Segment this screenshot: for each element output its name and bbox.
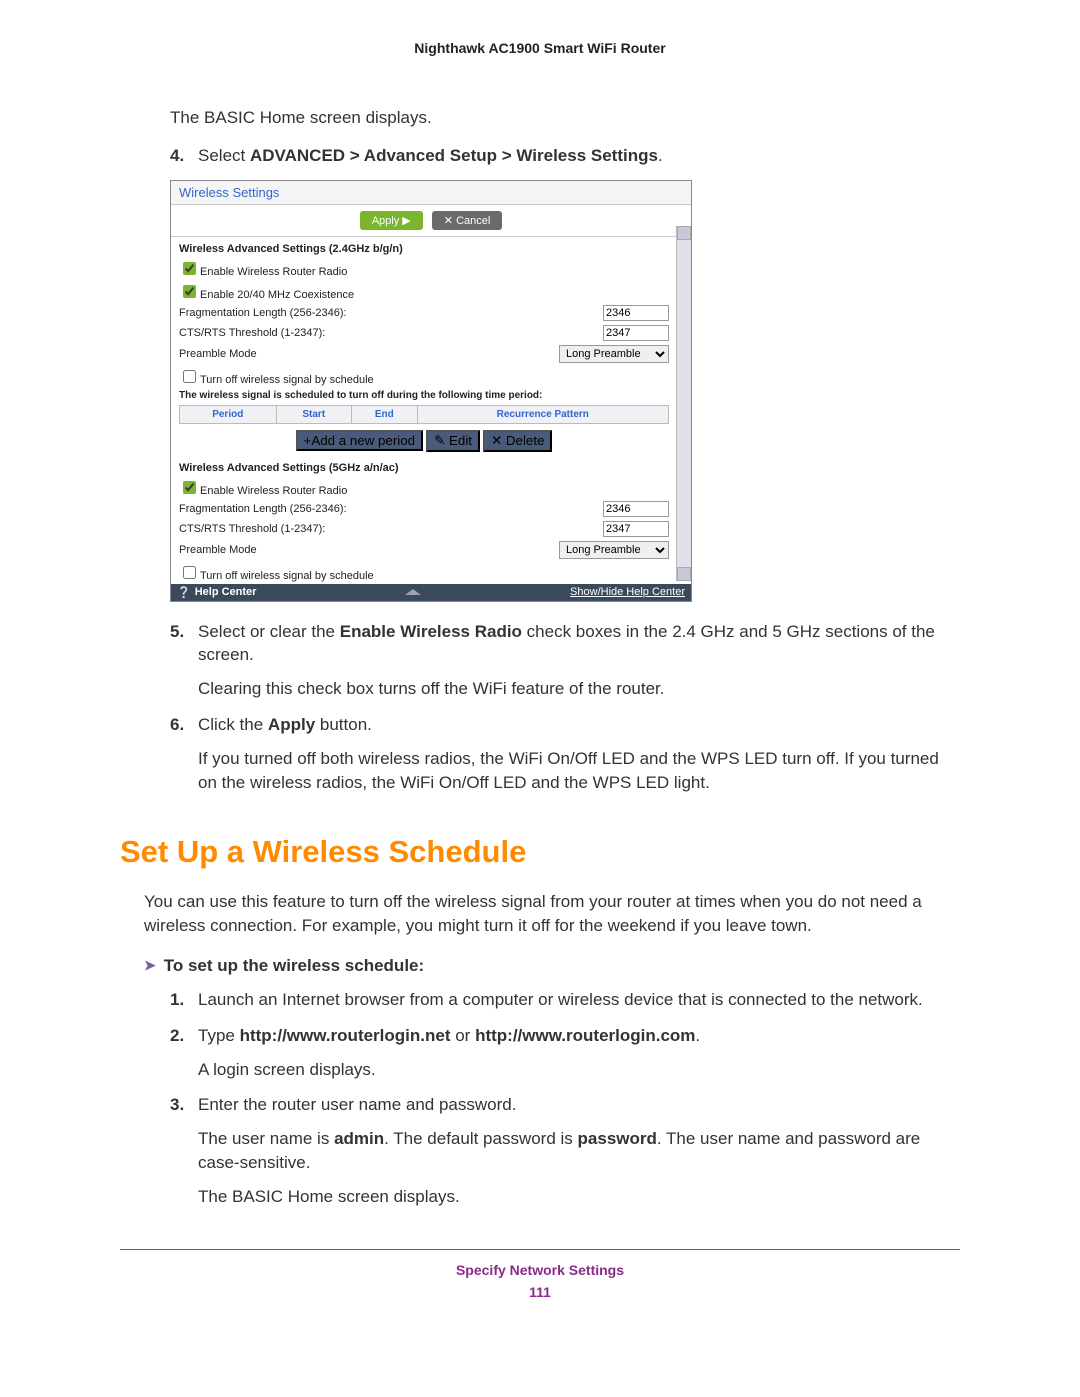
arrow-icon: ➤ bbox=[144, 957, 156, 974]
footer: Specify Network Settings 111 bbox=[120, 1262, 960, 1300]
apply-button[interactable]: Apply ▶ bbox=[360, 211, 423, 230]
router-action-bar: Apply ▶ ✕ Cancel bbox=[171, 205, 691, 237]
section-intro: You can use this feature to turn off the… bbox=[144, 890, 960, 938]
step-6: 6. Click the Apply button. If you turned… bbox=[170, 713, 960, 794]
help-bar: ❔Help Center Show/Hide Help Center bbox=[171, 584, 691, 601]
step-body: Type http://www.routerlogin.net or http:… bbox=[198, 1024, 960, 1082]
intro-text: The BASIC Home screen displays. bbox=[170, 106, 960, 130]
preamble-24-select[interactable]: Long Preamble bbox=[559, 345, 669, 363]
scrollbar[interactable] bbox=[676, 226, 691, 581]
help-icon: ❔ bbox=[177, 586, 191, 599]
col-start: Start bbox=[276, 405, 351, 423]
help-center-label[interactable]: ❔Help Center bbox=[177, 586, 256, 599]
step-number: 4. bbox=[170, 144, 198, 168]
footer-section: Specify Network Settings bbox=[120, 1262, 960, 1278]
step-body: Select or clear the Enable Wireless Radi… bbox=[198, 620, 960, 701]
step-body: Enter the router user name and password.… bbox=[198, 1093, 960, 1208]
step-body: Select ADVANCED > Advanced Setup > Wirel… bbox=[198, 144, 960, 168]
sched-off-5-label: Turn off wireless signal by schedule bbox=[179, 563, 669, 582]
cancel-button[interactable]: ✕ Cancel bbox=[432, 211, 503, 230]
preamble-24-label: Preamble Mode bbox=[179, 348, 559, 360]
sched-off-24-label: Turn off wireless signal by schedule bbox=[179, 367, 669, 386]
step-number: 3. bbox=[170, 1093, 198, 1208]
step-body: Click the Apply button. If you turned of… bbox=[198, 713, 960, 794]
document-page: Nighthawk AC1900 Smart WiFi Router The B… bbox=[0, 0, 1080, 1397]
section-5ghz-title: Wireless Advanced Settings (5GHz a/n/ac) bbox=[171, 456, 677, 476]
cts-5-input[interactable] bbox=[603, 521, 669, 537]
frag-5-input[interactable] bbox=[603, 501, 669, 517]
procedure-heading: ➤ To set up the wireless schedule: bbox=[144, 956, 960, 976]
sched-note: The wireless signal is scheduled to turn… bbox=[171, 388, 677, 403]
enable-coex-checkbox[interactable] bbox=[183, 285, 196, 298]
section-heading: Set Up a Wireless Schedule bbox=[120, 834, 960, 870]
cts-24-label: CTS/RTS Threshold (1-2347): bbox=[179, 327, 603, 339]
router-panel-title: Wireless Settings bbox=[171, 181, 691, 205]
enable-radio-5-label: Enable Wireless Router Radio bbox=[179, 478, 669, 497]
frag-24-label: Fragmentation Length (256-2346): bbox=[179, 307, 603, 319]
scroll-up-icon[interactable] bbox=[677, 226, 691, 240]
proc-step-1: 1. Launch an Internet browser from a com… bbox=[170, 988, 960, 1012]
expand-icon[interactable] bbox=[405, 589, 421, 595]
edit-button[interactable]: ✎ Edit bbox=[426, 430, 480, 452]
add-period-button[interactable]: +Add a new period bbox=[296, 430, 424, 451]
proc-step-2: 2. Type http://www.routerlogin.net or ht… bbox=[170, 1024, 960, 1082]
step-number: 2. bbox=[170, 1024, 198, 1082]
col-period: Period bbox=[180, 405, 277, 423]
step-4: 4. Select ADVANCED > Advanced Setup > Wi… bbox=[170, 144, 960, 168]
step-5: 5. Select or clear the Enable Wireless R… bbox=[170, 620, 960, 701]
col-pattern: Recurrence Pattern bbox=[417, 405, 668, 423]
frag-5-label: Fragmentation Length (256-2346): bbox=[179, 503, 603, 515]
col-end: End bbox=[352, 405, 418, 423]
cts-24-input[interactable] bbox=[603, 325, 669, 341]
footer-rule bbox=[120, 1249, 960, 1250]
step-number: 1. bbox=[170, 988, 198, 1012]
enable-radio-24-checkbox[interactable] bbox=[183, 262, 196, 275]
show-hide-help-link[interactable]: Show/Hide Help Center bbox=[570, 586, 685, 598]
proc-step-3: 3. Enter the router user name and passwo… bbox=[170, 1093, 960, 1208]
schedule-table: Period Start End Recurrence Pattern bbox=[179, 405, 669, 424]
enable-radio-24-label: Enable Wireless Router Radio bbox=[179, 259, 669, 278]
schedule-buttons: +Add a new period ✎ Edit ✕ Delete bbox=[171, 426, 677, 456]
preamble-5-select[interactable]: Long Preamble bbox=[559, 541, 669, 559]
page-number: 111 bbox=[120, 1284, 960, 1300]
delete-button[interactable]: ✕ Delete bbox=[483, 430, 552, 452]
enable-coex-label: Enable 20/40 MHz Coexistence bbox=[179, 282, 669, 301]
enable-radio-5-checkbox[interactable] bbox=[183, 481, 196, 494]
step-body: Launch an Internet browser from a comput… bbox=[198, 988, 960, 1012]
step-number: 5. bbox=[170, 620, 198, 701]
section-24ghz-title: Wireless Advanced Settings (2.4GHz b/g/n… bbox=[171, 237, 677, 257]
preamble-5-label: Preamble Mode bbox=[179, 544, 559, 556]
sched-off-24-checkbox[interactable] bbox=[183, 370, 196, 383]
sched-off-5-checkbox[interactable] bbox=[183, 566, 196, 579]
scroll-down-icon[interactable] bbox=[677, 567, 691, 581]
doc-header: Nighthawk AC1900 Smart WiFi Router bbox=[120, 40, 960, 56]
router-screenshot: Wireless Settings Apply ▶ ✕ Cancel Wirel… bbox=[170, 180, 692, 602]
frag-24-input[interactable] bbox=[603, 305, 669, 321]
step-number: 6. bbox=[170, 713, 198, 794]
cts-5-label: CTS/RTS Threshold (1-2347): bbox=[179, 523, 603, 535]
